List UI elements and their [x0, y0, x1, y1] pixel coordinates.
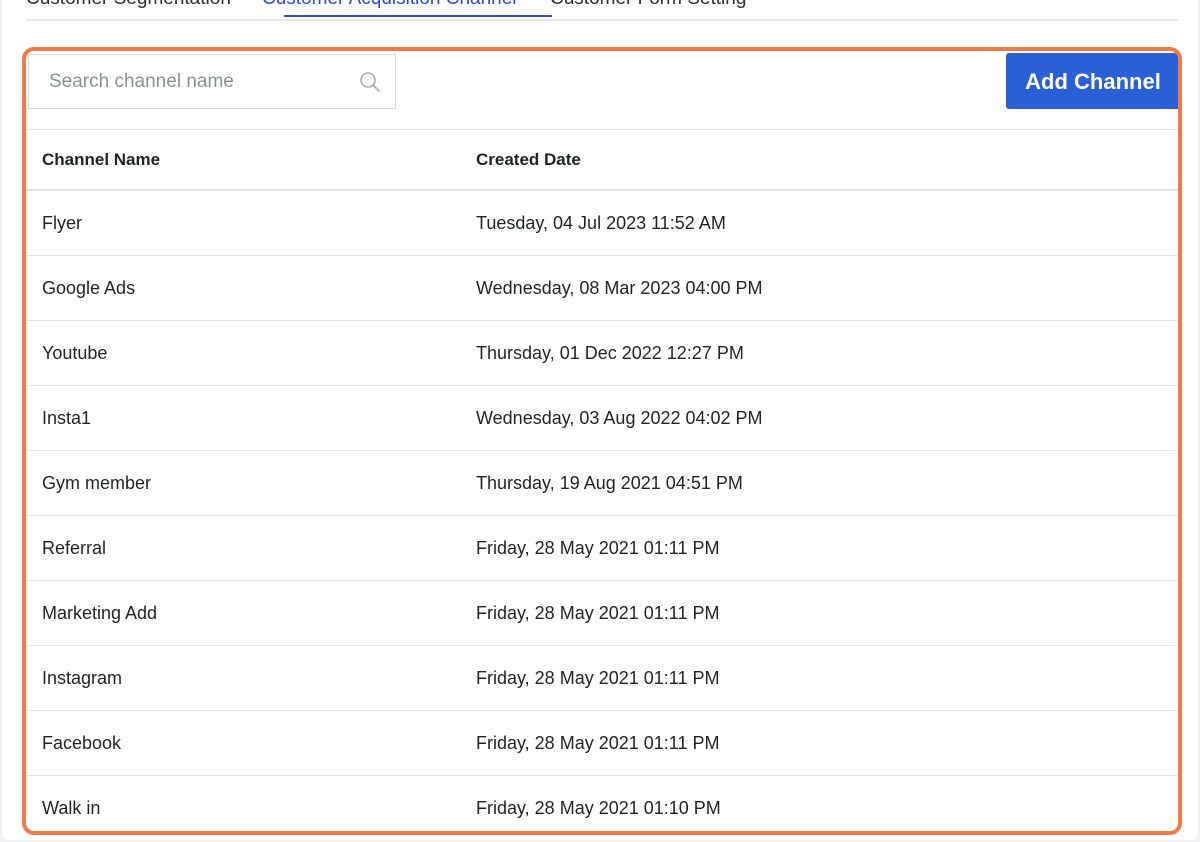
channel-name-cell: Insta1: [42, 408, 92, 428]
page: Customer Segmentation Customer Acquisiti…: [2, 0, 1198, 840]
table-row[interactable]: Gym member Thursday, 19 Aug 2021 04:51 P…: [26, 451, 1178, 516]
search-icon[interactable]: [359, 71, 381, 93]
created-date-cell: Friday, 28 May 2021 01:11 PM: [476, 733, 720, 753]
table-row[interactable]: Referral Friday, 28 May 2021 01:11 PM: [26, 516, 1178, 581]
channel-name-cell: Walk in: [42, 798, 101, 818]
table-row[interactable]: Facebook Friday, 28 May 2021 01:11 PM: [26, 711, 1178, 776]
active-tab-indicator: [284, 15, 552, 17]
column-header-channel-name[interactable]: Channel Name: [42, 130, 160, 189]
table-header: Channel Name Created Date: [26, 129, 1178, 191]
search-input[interactable]: [49, 55, 349, 108]
table-row[interactable]: Youtube Thursday, 01 Dec 2022 12:27 PM: [26, 321, 1178, 386]
created-date-cell: Friday, 28 May 2021 01:10 PM: [476, 798, 721, 818]
created-date-cell: Friday, 28 May 2021 01:11 PM: [476, 603, 720, 623]
channel-name-cell: Youtube: [42, 343, 108, 363]
tab-customer-acquisition-channel[interactable]: Customer Acquisition Channel: [262, 0, 517, 10]
channel-name-cell: Referral: [42, 538, 107, 558]
channel-name-cell: Marketing Add: [42, 603, 158, 623]
created-date-cell: Wednesday, 03 Aug 2022 04:02 PM: [476, 408, 763, 428]
table-row[interactable]: Marketing Add Friday, 28 May 2021 01:11 …: [26, 581, 1178, 646]
created-date-cell: Friday, 28 May 2021 01:11 PM: [476, 538, 720, 558]
created-date-cell: Wednesday, 08 Mar 2023 04:00 PM: [476, 278, 763, 298]
add-channel-button[interactable]: Add Channel: [1006, 53, 1178, 109]
tab-customer-form-setting[interactable]: Customer Form Setting: [550, 0, 746, 10]
column-header-created-date[interactable]: Created Date: [476, 130, 581, 189]
channel-name-cell: Flyer: [42, 213, 82, 233]
created-date-cell: Tuesday, 04 Jul 2023 11:52 AM: [476, 213, 726, 233]
channel-name-cell: Gym member: [42, 473, 152, 493]
created-date-cell: Thursday, 19 Aug 2021 04:51 PM: [476, 473, 743, 493]
created-date-cell: Thursday, 01 Dec 2022 12:27 PM: [476, 343, 744, 363]
channel-name-cell: Google Ads: [42, 278, 136, 298]
table-row[interactable]: Flyer Tuesday, 04 Jul 2023 11:52 AM: [26, 191, 1178, 256]
channel-name-cell: Instagram: [42, 668, 123, 688]
channel-table: Channel Name Created Date Flyer Tuesday,…: [26, 129, 1178, 831]
table-row[interactable]: Instagram Friday, 28 May 2021 01:11 PM: [26, 646, 1178, 711]
search-box: [28, 54, 396, 109]
table-row[interactable]: Google Ads Wednesday, 08 Mar 2023 04:00 …: [26, 256, 1178, 321]
table-row[interactable]: Insta1 Wednesday, 03 Aug 2022 04:02 PM: [26, 386, 1178, 451]
channel-name-cell: Facebook: [42, 733, 122, 753]
tab-customer-segmentation[interactable]: Customer Segmentation: [26, 0, 231, 10]
table-row[interactable]: Walk in Friday, 28 May 2021 01:10 PM: [26, 776, 1178, 831]
tab-bar: Customer Segmentation Customer Acquisiti…: [26, 0, 1178, 21]
channel-panel: Add Channel Channel Name Created Date Fl…: [22, 47, 1182, 835]
created-date-cell: Friday, 28 May 2021 01:11 PM: [476, 668, 720, 688]
